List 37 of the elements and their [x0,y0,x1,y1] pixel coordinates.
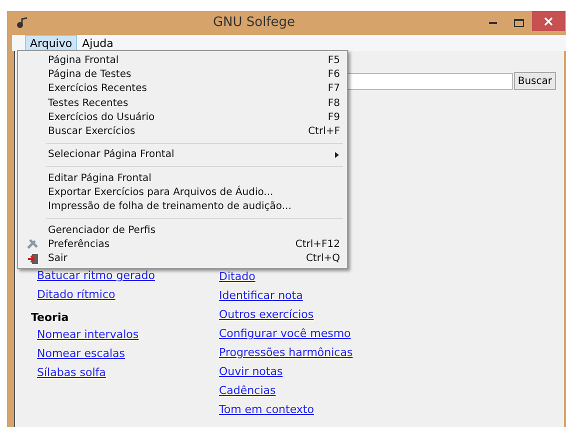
exercise-link[interactable]: Configurar você mesmo [219,326,351,345]
exercise-link[interactable]: Sílabas solfa [37,365,106,384]
menu-item[interactable]: Impressão de folha de treinamento de audição... [18,200,347,214]
menu-item[interactable]: Página de Testes F6 [18,67,347,82]
exercise-link[interactable]: Ditado [219,269,256,288]
window-title: GNU Solfege [212,14,296,32]
exercise-link[interactable]: Ditado rítmico [37,287,116,306]
menu-item[interactable]: Exercícios do Usuário F9 [18,110,347,124]
menu-item[interactable]: Exercícios Recentes F7 [18,82,347,96]
exercise-link[interactable]: Cadências [219,383,276,402]
music-note-icon [16,17,28,29]
menu-item[interactable]: Gerenciador de Perfis [18,222,347,238]
exercise-link[interactable]: Progressões harmônicas [219,345,353,364]
tools-icon [27,238,39,250]
section-heading: Teoria [31,310,69,326]
menu-item[interactable]: Sair Ctrl+Q [18,252,347,266]
menu-item[interactable]: Testes Recentes F8 [18,96,347,110]
menu-bar-item[interactable]: Arquivo [25,35,78,51]
close-button[interactable] [532,11,565,31]
menu-item[interactable]: Exportar Exercícios para Arquivos de Áudio... [18,185,347,200]
exercise-link[interactable]: Batucar ritmo gerado [37,268,155,287]
search-button[interactable]: Buscar [514,72,556,90]
menu-bar-item[interactable]: Ajuda [77,35,118,51]
exit-door-icon [27,252,39,265]
exercise-link[interactable]: Nomear intervalos [37,327,139,346]
menu-item[interactable]: Buscar Exercícios Ctrl+F [18,124,347,139]
exercise-link[interactable]: Nomear escalas [37,346,126,365]
close-icon [544,16,553,26]
exercise-link[interactable]: Identificar nota [219,288,303,307]
exercise-link[interactable]: Outros exercícios [219,307,314,326]
exercise-link[interactable]: Ouvir notas [219,364,283,383]
menu-item[interactable]: Página Frontal F5 [18,53,347,68]
exercise-link[interactable]: Tom em contexto [219,402,314,421]
menu-item[interactable]: Preferências Ctrl+F12 [18,237,347,252]
menu-item[interactable]: Editar Página Frontal [18,171,347,186]
submenu-arrow-icon [335,152,339,158]
menu-item[interactable]: Selecionar Página Frontal [18,148,347,162]
